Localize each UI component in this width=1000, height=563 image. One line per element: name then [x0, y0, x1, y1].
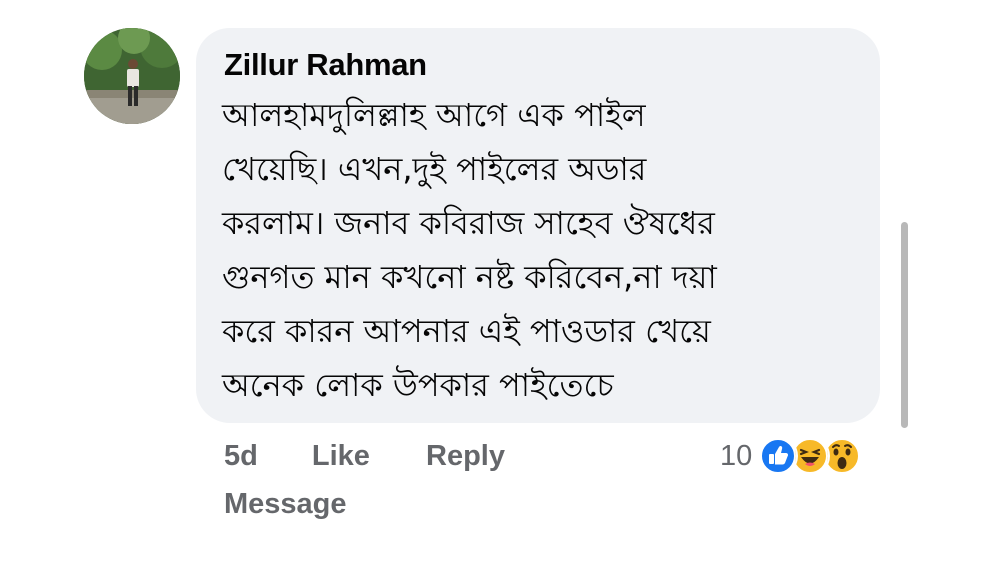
reaction-summary[interactable]: 10 — [720, 436, 863, 476]
message-button[interactable]: Message — [224, 488, 347, 521]
reply-button[interactable]: Reply — [426, 440, 505, 473]
avatar-photo — [84, 28, 180, 124]
reaction-count: 10 — [720, 439, 753, 472]
comment-line: গুনগত মান কখনো নষ্ট করিবেন,না দয়া — [222, 258, 717, 296]
comment-timestamp[interactable]: 5d — [224, 440, 258, 473]
comment-actions: 5d Like Reply — [224, 440, 505, 473]
comment-line: খেয়েছি। এখন,দুই পাইলের অডার — [222, 150, 647, 188]
scrollbar[interactable] — [901, 222, 908, 428]
comment-line: করে কারন আপনার এই পাওডার খেয়ে — [222, 312, 711, 350]
avatar[interactable] — [84, 28, 180, 124]
like-button[interactable]: Like — [312, 440, 370, 473]
comment-line: আলহামদুলিল্লাহ আগে এক পাইল — [222, 96, 646, 134]
comment-line: অনেক লোক উপকার পাইতেচে — [222, 366, 614, 404]
comment-body: আলহামদুলিল্লাহ আগে এক পাইল খেয়েছি। এখন,… — [222, 88, 862, 412]
comment-view: Zillur Rahman আলহামদুলিল্লাহ আগে এক পাইল… — [0, 0, 1000, 563]
comment-line: করলাম। জনাব কবিরাজ সাহেব ঔষধের — [222, 204, 715, 242]
like-icon — [758, 436, 799, 476]
comment-author[interactable]: Zillur Rahman — [224, 47, 427, 83]
